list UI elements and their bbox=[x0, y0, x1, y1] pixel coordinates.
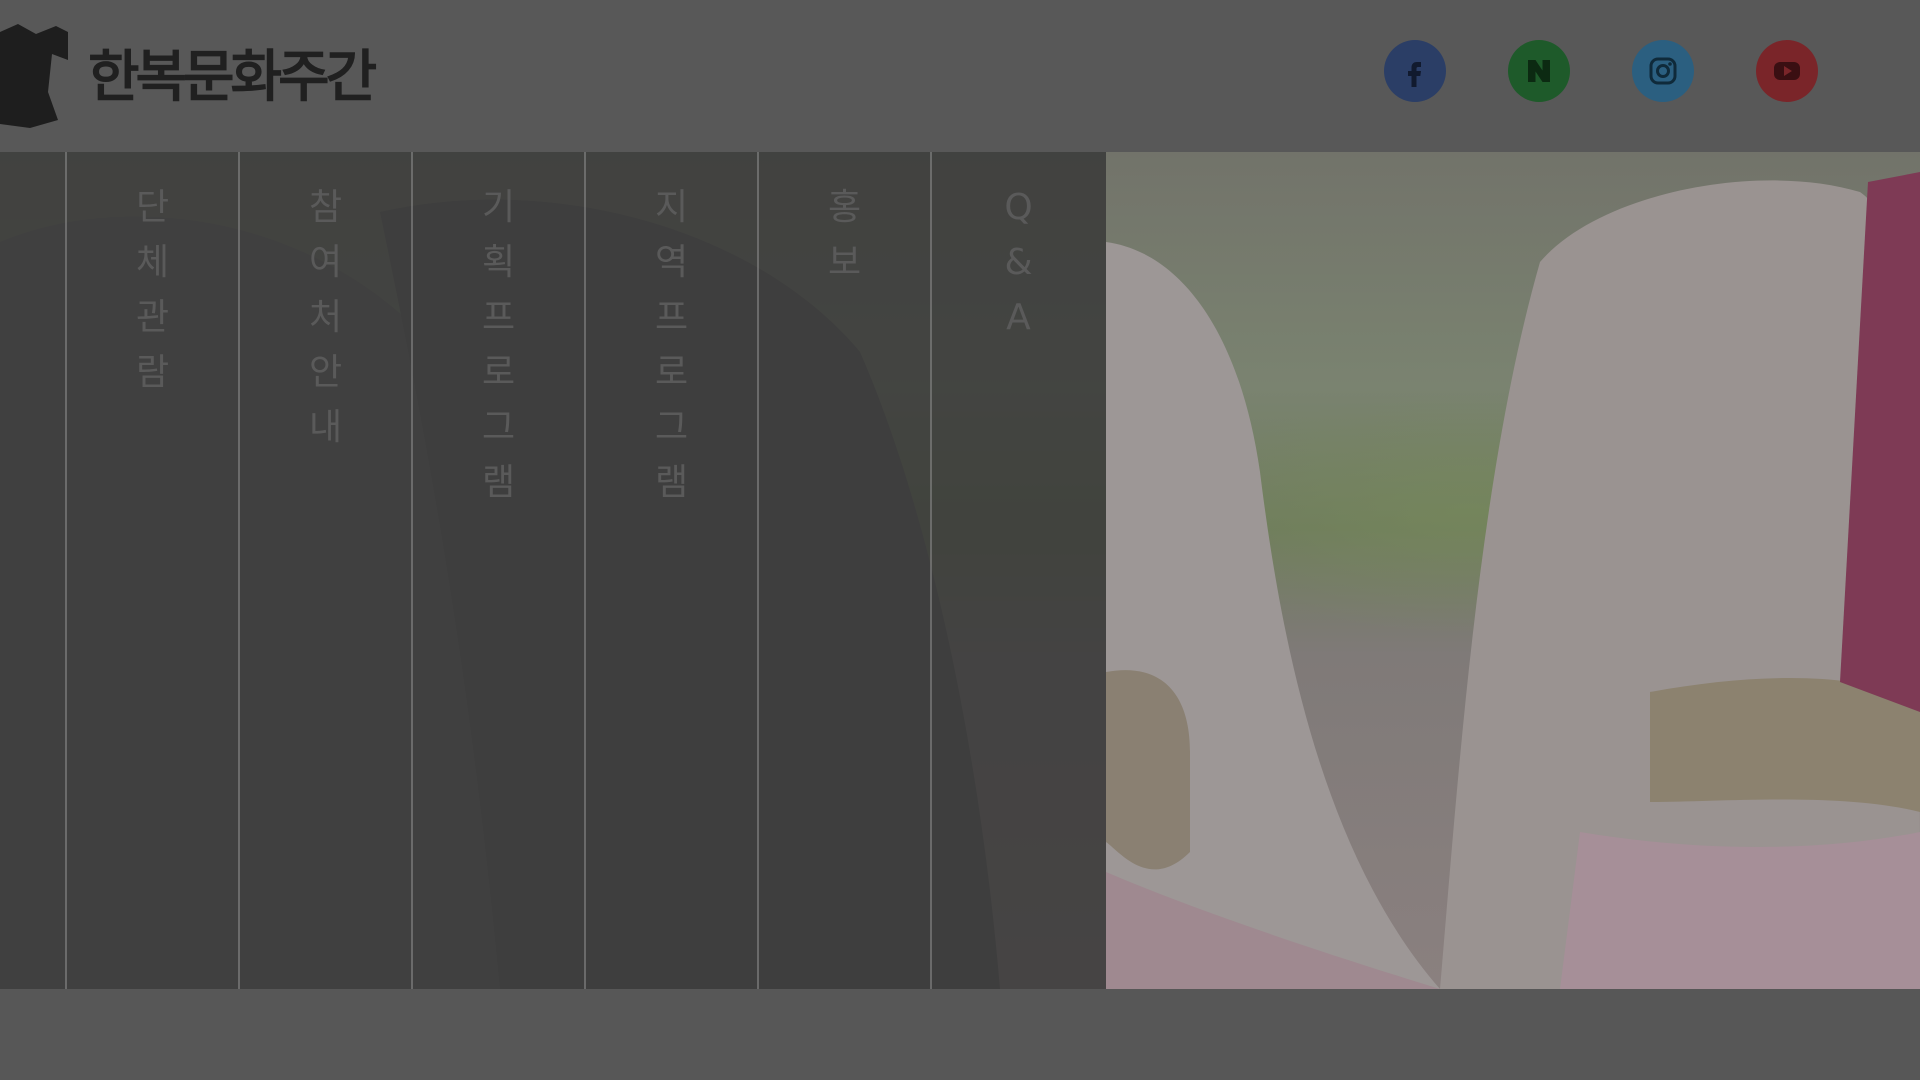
menu-item-label: 지역프로그램 bbox=[654, 187, 689, 503]
facebook-link[interactable] bbox=[1384, 40, 1446, 102]
menu-column-edge bbox=[0, 152, 67, 989]
menu-item-promotion[interactable]: 홍보 bbox=[759, 152, 932, 989]
naver-link[interactable] bbox=[1508, 40, 1570, 102]
menu-item-qna[interactable]: Q & A bbox=[932, 152, 1105, 989]
menu-item-label: 단체관람 bbox=[135, 187, 170, 393]
menu-item-venue-info[interactable]: 참여처안내 bbox=[240, 152, 413, 989]
menu-item-label: Q & A bbox=[1004, 187, 1033, 338]
site-header: 한복문화주간 bbox=[0, 0, 1920, 152]
menu-item-regional-programs[interactable]: 지역프로그램 bbox=[586, 152, 759, 989]
instagram-link[interactable] bbox=[1632, 40, 1694, 102]
bottom-strip bbox=[0, 989, 1920, 1080]
menu-item-group-viewing[interactable]: 단체관람 bbox=[67, 152, 240, 989]
social-links bbox=[1384, 40, 1818, 102]
facebook-icon bbox=[1408, 62, 1421, 87]
youtube-icon bbox=[1774, 62, 1800, 80]
site-logo[interactable]: 한복문화주간 bbox=[0, 12, 377, 132]
hanbok-logo-icon bbox=[0, 24, 68, 128]
naver-icon bbox=[1528, 60, 1550, 82]
menu-item-label: 홍보 bbox=[827, 187, 862, 283]
hero-banner: 단체관람 참여처안내 기획프로그램 지역프로그램 홍보 Q & A bbox=[0, 152, 1920, 989]
menu-item-label: 참여처안내 bbox=[308, 187, 343, 448]
instagram-icon bbox=[1649, 57, 1677, 85]
logo-text: 한복문화주간 bbox=[88, 44, 377, 110]
youtube-link[interactable] bbox=[1756, 40, 1818, 102]
main-menu: 단체관람 참여처안내 기획프로그램 지역프로그램 홍보 Q & A bbox=[0, 152, 1106, 989]
menu-item-special-programs[interactable]: 기획프로그램 bbox=[413, 152, 586, 989]
menu-item-label: 기획프로그램 bbox=[481, 187, 516, 503]
